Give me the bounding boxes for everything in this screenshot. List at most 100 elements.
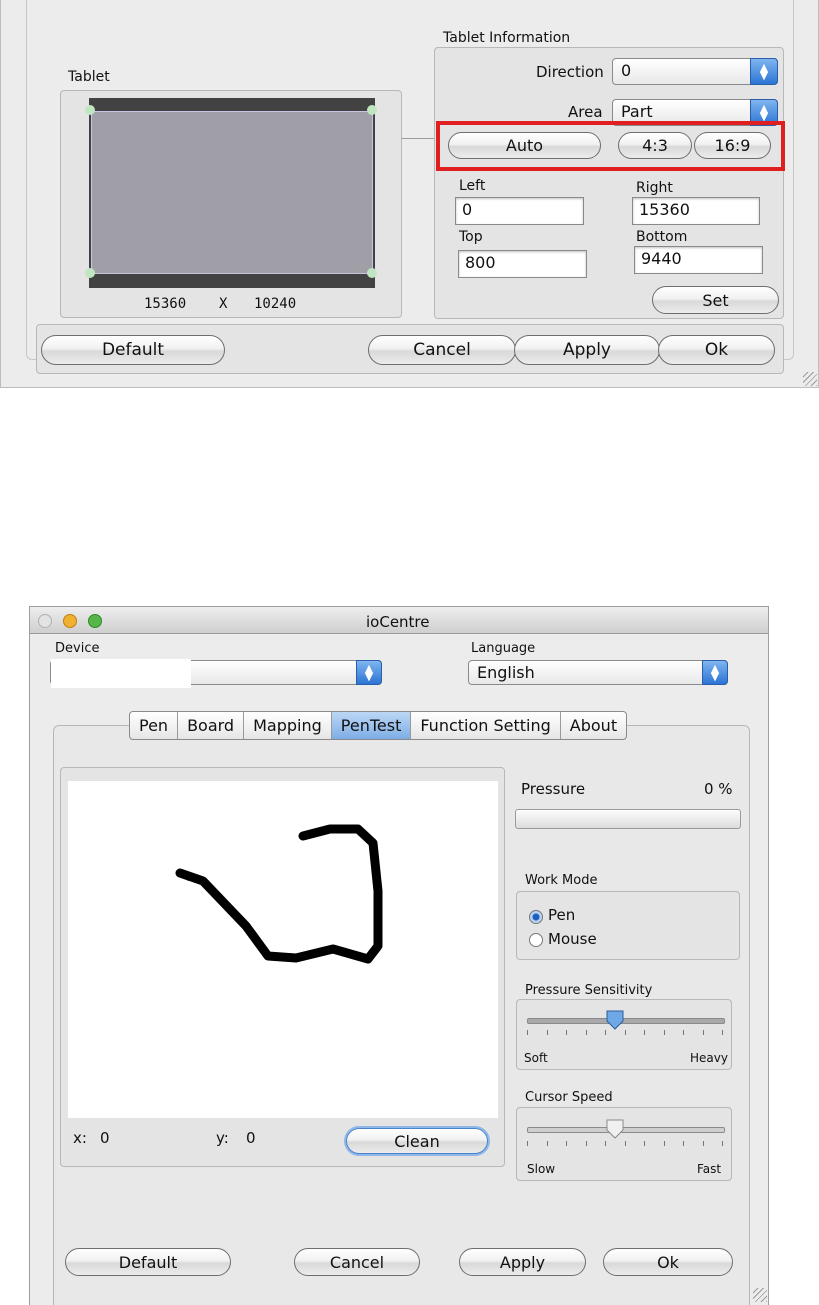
work-mode-group [516,891,740,960]
top-apply-button[interactable]: Apply [514,335,660,365]
device-label: Device [55,641,100,656]
language-label: Language [471,641,536,656]
tablet-height: 10240 [254,296,297,312]
tablet-info-label: Tablet Information [443,30,571,46]
cursor-speed-ticks [527,1141,723,1147]
direction-select[interactable]: 0 ▲ ▼ [612,58,778,85]
slider-tick [722,1030,723,1035]
bottom-field[interactable]: 9440 [634,246,763,274]
drawing-canvas[interactable] [68,781,498,1118]
pressure-sensitivity-ticks [527,1030,723,1036]
minimize-button[interactable] [63,614,77,628]
slider-tick [605,1030,606,1035]
x-coord-label: x: [73,1129,87,1147]
pen-radio-label: Pen [548,906,576,924]
default-button[interactable]: Default [65,1248,231,1276]
ratio-16-9-button[interactable]: 16:9 [694,132,771,159]
corner-handle-icon[interactable] [367,268,377,278]
device-mask [51,659,191,688]
tablet-width: 15360 [144,296,187,312]
slider-tick [546,1141,548,1146]
left-label: Left [459,178,486,194]
slider-tick [624,1141,626,1146]
pen-stroke [175,824,383,964]
slider-tick [644,1030,645,1035]
mouse-radio-label: Mouse [548,930,597,948]
cancel-button[interactable]: Cancel [294,1248,420,1276]
x-coord-value: 0 [100,1129,110,1147]
window-title: ioCentre [366,613,430,631]
pressure-sensitivity-thumb[interactable] [606,1010,624,1030]
clean-button[interactable]: Clean [346,1128,488,1154]
tab-pentest[interactable]: PenTest [331,712,412,739]
y-coord-value: 0 [246,1129,256,1147]
pressure-bar [515,809,741,829]
slider-tick [644,1141,645,1146]
top-cancel-button[interactable]: Cancel [368,335,516,365]
slider-tick [605,1141,606,1146]
ratio-4-3-button[interactable]: 4:3 [618,132,692,159]
y-coord-label: y: [216,1129,229,1147]
slider-tick [566,1141,567,1146]
cursor-speed-thumb[interactable] [606,1119,624,1139]
cursor-speed-track[interactable] [527,1127,725,1133]
tab-function-setting[interactable]: Function Setting [411,712,561,739]
pressure-sensitivity-max: Heavy [690,1051,728,1065]
apply-button[interactable]: Apply [459,1248,586,1276]
resize-grip-icon[interactable] [803,372,817,386]
mouse-radio[interactable] [529,933,543,947]
slider-tick [585,1141,587,1146]
set-button[interactable]: Set [652,286,779,314]
slider-tick [702,1141,704,1146]
pressure-sensitivity-min: Soft [524,1051,548,1065]
direction-label: Direction [536,63,604,81]
cursor-speed-min: Slow [527,1162,556,1176]
pressure-value: 0 % [704,780,733,798]
top-label: Top [459,229,483,245]
top-ok-button[interactable]: Ok [658,335,775,365]
area-value: Part [621,102,653,121]
auto-button[interactable]: Auto [448,132,601,159]
language-select[interactable]: English ▲ ▼ [468,660,728,685]
corner-handle-icon[interactable] [85,268,95,278]
zoom-button[interactable] [88,614,102,628]
close-button[interactable] [38,614,52,628]
slider-tick [683,1141,684,1146]
pen-stroke-drawing [175,824,383,964]
slider-tick [624,1030,626,1035]
slider-tick [683,1030,684,1035]
tab-bar: Pen Board Mapping PenTest Function Setti… [129,711,628,740]
tablet-info-group [434,47,784,319]
top-field[interactable]: 800 [458,250,587,278]
slider-tick [663,1030,665,1035]
tab-about[interactable]: About [561,712,626,739]
left-field[interactable]: 0 [455,197,584,225]
tab-pen[interactable]: Pen [130,712,179,739]
device-select[interactable]: ▲ ▼ [50,659,382,688]
pressure-sensitivity-track[interactable] [527,1018,725,1024]
corner-handle-icon[interactable] [367,105,377,115]
tab-board[interactable]: Board [178,712,245,739]
slider-tick [585,1030,587,1035]
slider-tick [546,1030,548,1035]
resize-grip-icon[interactable] [753,1288,767,1302]
cursor-speed-max: Fast [697,1162,722,1176]
slider-tick [566,1030,567,1035]
right-field[interactable]: 15360 [632,197,760,225]
tablet-group-label: Tablet [68,69,110,85]
top-default-button[interactable]: Default [41,335,225,365]
slider-tick [527,1141,528,1146]
slider-tick [702,1030,704,1035]
bottom-label: Bottom [636,229,688,245]
corner-handle-icon[interactable] [85,105,95,115]
tab-mapping[interactable]: Mapping [244,712,332,739]
work-mode-label: Work Mode [525,873,598,888]
tablet-active-area [91,111,373,274]
divider-line [402,138,434,139]
pressure-sensitivity-label: Pressure Sensitivity [525,983,653,998]
pen-radio[interactable] [529,910,543,924]
cursor-speed-label: Cursor Speed [525,1090,613,1105]
area-label: Area [568,103,603,121]
pressure-label: Pressure [521,780,586,798]
ok-button[interactable]: Ok [603,1248,733,1276]
